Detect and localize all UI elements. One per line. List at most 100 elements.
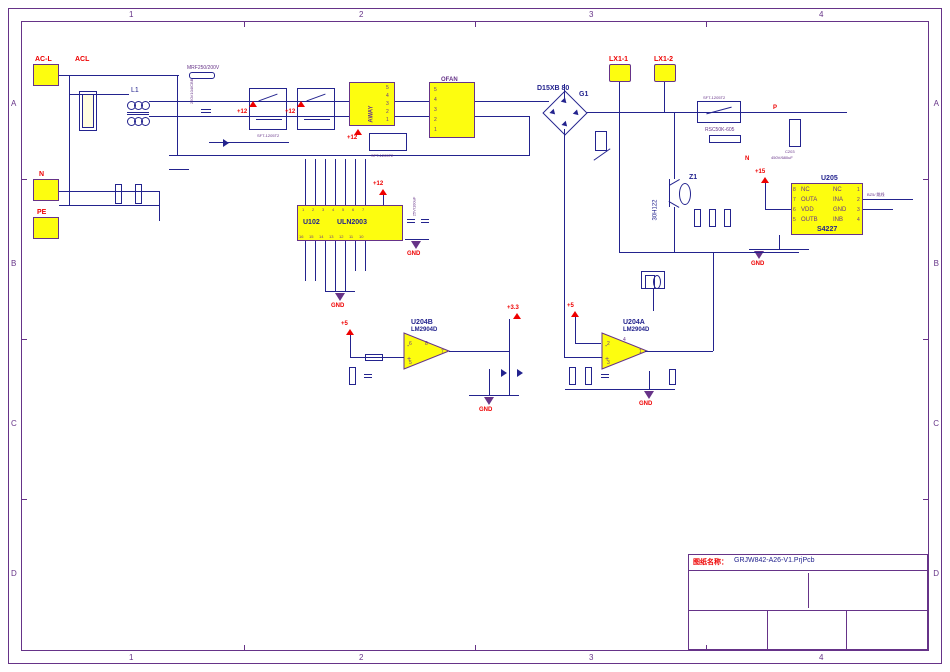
net-n: N — [39, 171, 44, 178]
wire-u204b-outv — [509, 319, 510, 395]
row-tick-ab-l — [21, 179, 27, 180]
u102-p12: 12 — [339, 234, 343, 239]
u102-pw-1 — [305, 159, 306, 205]
wire-n-v — [159, 191, 160, 221]
u205-outa: OUTA — [801, 197, 817, 203]
wire-z1-bus — [619, 252, 799, 253]
label-5-b: +5 — [341, 321, 348, 327]
wire-u205-out — [863, 199, 913, 200]
wire-u204a-in+ — [564, 259, 565, 357]
ofan-pin-5: 5 — [434, 87, 437, 93]
wire-z1-d — [674, 112, 675, 179]
u102-pw-3 — [325, 159, 326, 205]
wire-n2 — [59, 205, 159, 206]
u205-6: 6 — [793, 207, 796, 213]
wire-br-r — [587, 112, 637, 113]
gnd-204a — [644, 391, 654, 399]
ofan-pin-3: 3 — [434, 107, 437, 113]
u102-p10: 10 — [359, 234, 363, 239]
ofan-label: OFAN — [441, 77, 458, 83]
net-lx1-2: LX1-2 — [654, 56, 673, 63]
u102-pw-7 — [365, 159, 366, 205]
wire-n — [59, 191, 159, 192]
c-204b-2 — [364, 377, 372, 378]
u102-part: ULN2003 — [337, 219, 367, 226]
u102-p4: 4 — [332, 207, 334, 212]
away-pin-2: 2 — [386, 109, 389, 115]
wire-bz-v — [653, 289, 654, 311]
label-5-a: +5 — [567, 303, 574, 309]
row-b-r: B — [934, 259, 939, 268]
u204a-part: LM2904D — [623, 327, 649, 333]
r-z1-3 — [724, 209, 731, 227]
l1-label: L1 — [131, 87, 139, 94]
r-z1-2 — [709, 209, 716, 227]
gnd-uln2 — [335, 293, 345, 301]
relay-dc — [697, 101, 741, 123]
u102-pw-b2 — [315, 241, 316, 281]
u102-pw-5 — [345, 159, 346, 205]
fuse-label: MRF250/200V — [187, 65, 219, 71]
net-pe: PE — [37, 209, 46, 216]
ofan-pin-2: 2 — [434, 117, 437, 123]
u102-p3: 3 — [322, 207, 324, 212]
u205-gnd: GND — [833, 207, 846, 213]
u205-2: 2 — [857, 197, 860, 203]
u102-pw-b5 — [345, 241, 346, 291]
wire-u204a-in+h — [564, 357, 602, 358]
col-1-bot: 1 — [129, 653, 133, 662]
title-block: 图纸名称： GRJW842-A26-V1.PrjPcb — [688, 554, 928, 650]
away-pin-3: 3 — [386, 101, 389, 107]
col-tick-3-top — [706, 21, 707, 27]
u102-p1: 1 — [302, 207, 304, 212]
bz-jump-label: BZ5/ 跳线 — [867, 192, 885, 198]
k1-label: SFT-1205T2 — [257, 133, 279, 138]
wire-u205-out2 — [863, 209, 893, 210]
title-label: 图纸名称： — [693, 557, 728, 568]
u102-p2: 2 — [312, 207, 314, 212]
r-204a-2 — [585, 367, 592, 385]
row-a-l: A — [11, 99, 16, 108]
col-4-bot: 4 — [819, 653, 823, 662]
label-12-2: +12 — [285, 109, 295, 115]
wire-15-v — [765, 183, 766, 209]
wire-u204a-out — [645, 351, 713, 352]
u204b-ref: U204B — [411, 319, 433, 326]
wire-br-bot — [564, 129, 565, 259]
cap-uln-b — [407, 222, 415, 223]
row-d-r: D — [933, 569, 939, 578]
u102-p11: 11 — [349, 234, 353, 239]
buzzer-bz — [641, 271, 665, 289]
wire-z1-s — [674, 207, 675, 253]
connector-pe — [33, 217, 59, 239]
wire-br-v — [529, 116, 530, 156]
relay-k3 — [369, 133, 407, 151]
r-204a-1 — [569, 367, 576, 385]
u205-ref: U205 — [821, 175, 838, 182]
gndw-204b-v — [489, 369, 490, 395]
c-204b-1 — [364, 374, 372, 375]
gndw-204a-h — [565, 389, 675, 390]
wire-u204a-in- — [575, 343, 601, 344]
wire-u204a-5v — [575, 317, 576, 343]
cap-cbb-1 — [201, 109, 211, 110]
u102-p13: 13 — [329, 234, 333, 239]
away-label: AWAY — [369, 105, 375, 122]
u205-5: 5 — [793, 217, 796, 223]
u102-pw-6 — [355, 159, 356, 205]
wire-bus-3 — [169, 155, 529, 156]
u205-nc-l: NC — [801, 187, 810, 193]
away-pin-1: 1 — [386, 117, 389, 123]
svg-text:7: 7 — [441, 349, 444, 355]
col-tick-2-top — [475, 21, 476, 27]
wire-v1 — [177, 75, 178, 155]
u205-outb: OUTB — [801, 217, 818, 223]
d-misc-1 — [223, 139, 229, 147]
net-p: P — [773, 105, 777, 111]
cap-uln-c — [421, 219, 429, 220]
row-c-r: C — [933, 419, 939, 428]
wire-ac-vert — [69, 75, 70, 205]
svg-text:3: 3 — [607, 360, 610, 366]
u205-inb: INB — [833, 217, 843, 223]
wire-gnd-u205-v — [779, 235, 780, 249]
